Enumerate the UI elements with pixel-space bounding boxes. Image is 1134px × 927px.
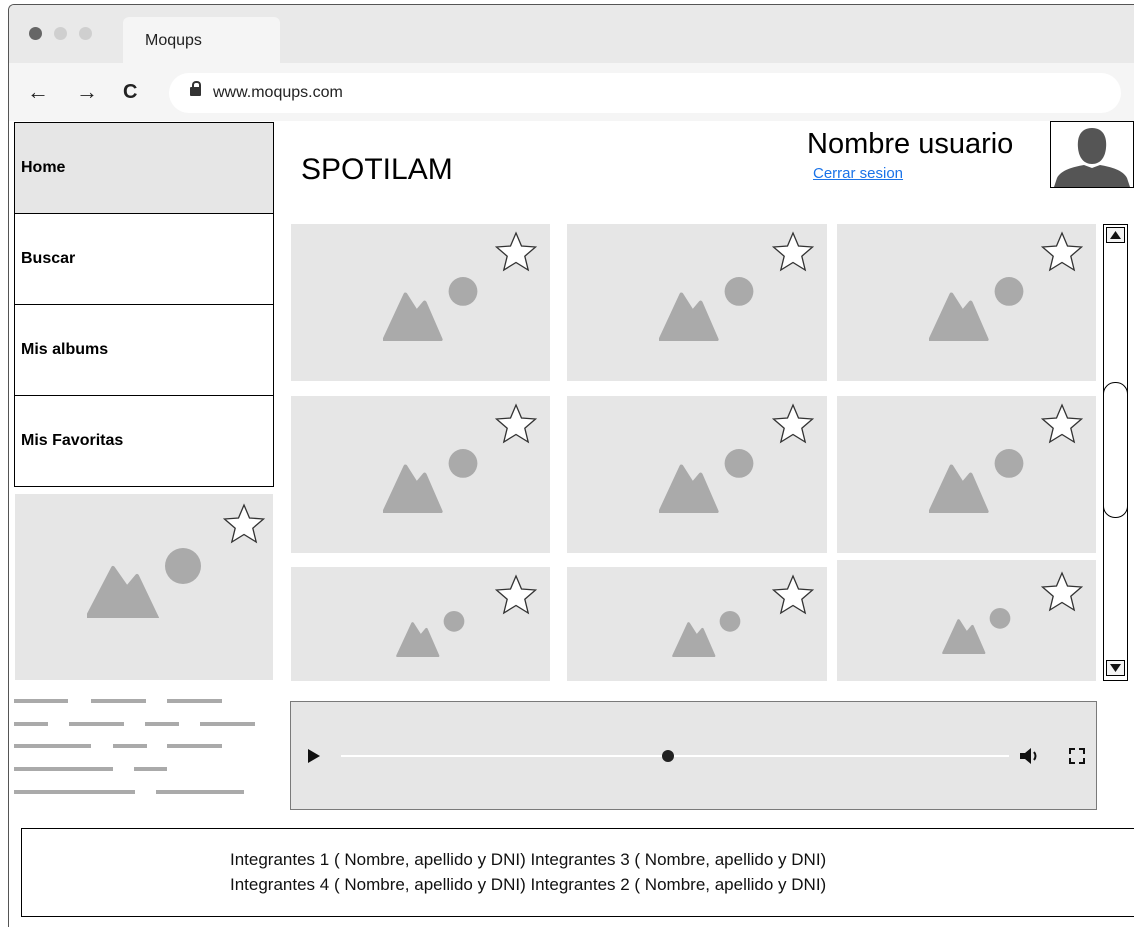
fullscreen-icon[interactable]	[1068, 747, 1086, 765]
scroll-down-button[interactable]	[1106, 660, 1125, 676]
star-outline-icon[interactable]	[494, 402, 538, 446]
arrow-left-icon[interactable]: ←	[27, 77, 49, 107]
star-outline-icon[interactable]	[771, 402, 815, 446]
image-placeholder-icon	[942, 608, 1011, 654]
image-placeholder-icon	[672, 611, 741, 657]
album-card[interactable]	[567, 396, 827, 553]
triangle-down-icon	[1110, 664, 1121, 672]
progress-track[interactable]	[341, 755, 1009, 757]
star-outline-icon[interactable]	[771, 230, 815, 274]
arrow-right-icon[interactable]: →	[76, 77, 98, 107]
album-card[interactable]	[291, 567, 550, 681]
image-placeholder-icon	[659, 449, 754, 513]
footer-line-2: Integrantes 4 ( Nombre, apellido y DNI) …	[230, 875, 827, 894]
album-card[interactable]	[291, 396, 550, 553]
star-outline-icon[interactable]	[494, 573, 538, 617]
image-placeholder-icon	[929, 277, 1024, 341]
footer-box: Integrantes 1 ( Nombre, apellido y DNI) …	[21, 828, 1134, 917]
window-dot-close[interactable]	[29, 27, 42, 40]
album-card[interactable]	[837, 396, 1096, 553]
window-dot-maximize[interactable]	[79, 27, 92, 40]
footer-line-1: Integrantes 1 ( Nombre, apellido y DNI) …	[230, 850, 827, 869]
lock-icon	[190, 81, 201, 96]
sidebar-item-mis-albums[interactable]: Mis albums	[15, 305, 273, 396]
image-placeholder-icon	[659, 277, 754, 341]
sidebar-item-label: Mis Favoritas	[21, 432, 124, 449]
reload-icon[interactable]: C	[123, 77, 137, 107]
window-controls	[29, 27, 92, 40]
logout-link[interactable]: Cerrar sesion	[813, 165, 903, 182]
album-card[interactable]	[291, 224, 550, 381]
user-silhouette-icon	[1054, 128, 1130, 187]
sidebar-item-label: Buscar	[21, 250, 76, 267]
sidebar-item-label: Mis albums	[21, 341, 109, 358]
address-bar[interactable]: www.moqups.com	[169, 73, 1121, 113]
sidebar-item-label: Home	[21, 159, 66, 176]
navigation-bar: ← → C www.moqups.com	[9, 63, 1134, 121]
play-icon[interactable]	[307, 748, 321, 764]
album-card[interactable]	[567, 567, 827, 681]
triangle-up-icon	[1110, 231, 1121, 239]
star-outline-icon[interactable]	[1040, 230, 1084, 274]
album-description-placeholder	[14, 699, 264, 799]
star-outline-icon[interactable]	[1040, 570, 1084, 614]
window-dot-minimize[interactable]	[54, 27, 67, 40]
sidebar-item-buscar[interactable]: Buscar	[15, 214, 273, 305]
album-card[interactable]	[837, 224, 1096, 381]
album-card[interactable]	[837, 560, 1096, 681]
scroll-thumb[interactable]	[1103, 382, 1128, 518]
app-title: SPOTILAM	[301, 153, 453, 186]
image-placeholder-icon	[383, 277, 478, 341]
current-album-cover[interactable]	[15, 494, 273, 680]
browser-tab[interactable]: Moqups	[123, 17, 280, 63]
sidebar-item-home[interactable]: Home	[15, 123, 273, 214]
scroll-up-button[interactable]	[1106, 227, 1125, 243]
sidebar-menu: Home Buscar Mis albums Mis Favoritas	[14, 122, 274, 487]
progress-knob[interactable]	[662, 750, 675, 762]
star-outline-icon[interactable]	[771, 573, 815, 617]
image-placeholder-icon	[929, 449, 1024, 513]
sidebar-item-mis-favoritas[interactable]: Mis Favoritas	[15, 396, 273, 486]
star-outline-icon[interactable]	[494, 230, 538, 274]
avatar[interactable]	[1050, 121, 1134, 188]
image-placeholder-icon	[396, 611, 465, 657]
user-name: Nombre usuario	[807, 128, 1014, 160]
image-placeholder-icon	[383, 449, 478, 513]
grid-scrollbar[interactable]	[1103, 224, 1128, 681]
tab-bar: Moqups	[9, 5, 1134, 63]
audio-player	[290, 701, 1097, 810]
star-outline-icon[interactable]	[1040, 402, 1084, 446]
volume-icon[interactable]	[1019, 746, 1043, 766]
url-text: www.moqups.com	[213, 84, 343, 101]
star-outline-icon[interactable]	[222, 502, 266, 546]
album-card[interactable]	[567, 224, 827, 381]
browser-tab-title: Moqups	[145, 32, 202, 49]
image-placeholder-icon	[87, 548, 201, 618]
